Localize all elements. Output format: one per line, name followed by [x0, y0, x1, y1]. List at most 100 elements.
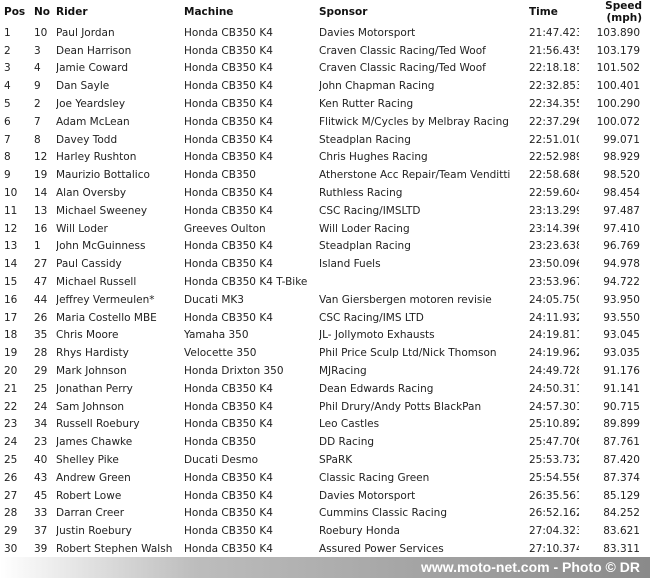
cell-time: 23:14.396 [529, 222, 579, 235]
cell-sponsor: CSC Racing/IMS LTD [319, 311, 424, 324]
cell-pos: 26 [4, 471, 18, 484]
cell-rider: Darran Creer [56, 507, 125, 520]
cell-machine: Honda CB350 K4 [184, 311, 273, 324]
cell-sponsor: JL- Jollymoto Exhausts [319, 329, 435, 342]
cell-sponsor: John Chapman Racing [319, 80, 435, 93]
cell-speed: 93.950 [603, 293, 640, 306]
cell-no: 10 [34, 26, 48, 39]
cell-time: 26:52.162 [529, 507, 579, 520]
cell-rider: Jonathan Perry [56, 382, 133, 395]
cell-rider: Robert Lowe [56, 489, 122, 502]
header-time: Time [529, 6, 558, 18]
cell-rider: Maurizio Bottalico [56, 169, 150, 182]
cell-pos: 19 [4, 347, 18, 360]
table-row: 16 44 Jeffrey Vermeulen* Ducati MK3 Van Gier… [0, 291, 650, 309]
table-row: 13 1 John McGuinness Honda CB350 K4 Steadpla… [0, 238, 650, 256]
cell-sponsor: Davies Motorsport [319, 489, 416, 502]
cell-rider: Michael Sweeney [56, 204, 148, 217]
cell-pos: 11 [4, 204, 18, 217]
cell-machine: Honda CB350 K4 T-Bike [184, 276, 308, 289]
cell-sponsor: MJRacing [319, 365, 367, 378]
cell-speed: 98.520 [603, 169, 640, 182]
cell-no: 14 [34, 187, 48, 200]
table-row: 9 19 Maurizio Bottalico Honda CB350 Athersto… [0, 166, 650, 184]
cell-time: 22:51.010 [529, 133, 579, 146]
cell-sponsor: CSC Racing/IMSLTD [319, 204, 421, 217]
cell-speed: 93.550 [603, 311, 640, 324]
cell-sponsor: Atherstone Acc Repair/Team Venditti [319, 169, 511, 182]
cell-machine: Greeves Oulton [184, 222, 266, 235]
cell-rider: Robert Stephen Walsh [56, 543, 173, 555]
cell-machine: Honda CB350 K4 [184, 400, 273, 413]
table-row: 3 4 Jamie Coward Honda CB350 K4 Craven Class… [0, 60, 650, 78]
cell-speed: 85.129 [603, 489, 640, 502]
cell-machine: Honda CB350 K4 [184, 258, 273, 271]
cell-sponsor: Assured Power Services [319, 543, 444, 555]
cell-pos: 30 [4, 543, 18, 555]
cell-no: 19 [34, 169, 48, 182]
cell-no: 28 [34, 347, 48, 360]
cell-no: 23 [34, 436, 48, 449]
cell-sponsor: Steadplan Racing [319, 133, 411, 146]
cell-sponsor: Davies Motorsport [319, 26, 416, 39]
cell-time: 22:37.296 [529, 115, 579, 128]
cell-sponsor: Classic Racing Green [319, 471, 430, 484]
header-rider: Rider [56, 6, 88, 18]
table-row: 25 40 Shelley Pike Ducati Desmo SPaRK 25:53.7… [0, 451, 650, 469]
cell-no: 40 [34, 454, 48, 467]
cell-machine: Honda CB350 K4 [184, 471, 273, 484]
cell-no: 25 [34, 382, 48, 395]
cell-sponsor [319, 273, 529, 291]
table-row: 1 10 Paul Jordan Honda CB350 K4 Davies Motor… [0, 24, 650, 42]
cell-rider: Dean Harrison [56, 44, 132, 57]
table-row: 27 45 Robert Lowe Honda CB350 K4 Davies Moto… [0, 487, 650, 505]
cell-speed: 101.502 [596, 62, 640, 75]
table-row: 22 24 Sam Johnson Honda CB350 K4 Phil Drury/… [0, 398, 650, 416]
cell-machine: Honda CB350 K4 [184, 525, 273, 538]
cell-machine: Honda CB350 K4 [184, 151, 273, 164]
cell-pos: 13 [4, 240, 18, 253]
table-row: 24 23 James Chawke Honda CB350 DD Racing 25:4… [0, 433, 650, 451]
cell-rider: Joe Yeardsley [56, 98, 126, 111]
cell-time: 23:50.096 [529, 258, 579, 271]
cell-machine: Ducati Desmo [184, 454, 258, 467]
cell-speed: 87.374 [603, 471, 640, 484]
cell-time: 27:04.323 [529, 525, 579, 538]
cell-machine: Yamaha 350 [184, 329, 249, 342]
cell-sponsor: Steadplan Racing [319, 240, 411, 253]
watermark-text: www.moto-net.com - Photo © DR [420, 559, 640, 575]
cell-no: 33 [34, 507, 48, 520]
cell-rider: Chris Moore [56, 329, 119, 342]
cell-no: 9 [34, 80, 41, 93]
cell-rider: Justin Roebury [56, 525, 132, 538]
cell-pos: 3 [4, 62, 11, 75]
table-row: 10 14 Alan Oversby Honda CB350 K4 Ruthless R… [0, 184, 650, 202]
table-row: 20 29 Mark Johnson Honda Drixton 350 MJRacin… [0, 362, 650, 380]
cell-no: 12 [34, 151, 48, 164]
cell-time: 24:49.728 [529, 365, 579, 378]
cell-time: 21:56.435 [529, 44, 579, 57]
cell-pos: 7 [4, 133, 11, 146]
cell-no: 26 [34, 311, 48, 324]
cell-rider: Paul Jordan [56, 26, 115, 39]
cell-no: 2 [34, 98, 41, 111]
cell-rider: Alan Oversby [56, 187, 127, 200]
table-header-row: Pos No Rider Machine Sponsor Time Speed … [0, 0, 650, 24]
cell-rider: Shelley Pike [56, 454, 119, 467]
cell-rider: James Chawke [56, 436, 133, 449]
cell-no: 43 [34, 471, 48, 484]
cell-pos: 25 [4, 454, 18, 467]
table-row: 23 34 Russell Roebury Honda CB350 K4 Leo Cas… [0, 416, 650, 434]
cell-machine: Honda CB350 K4 [184, 418, 273, 431]
table-row: 29 37 Justin Roebury Honda CB350 K4 Roebury … [0, 522, 650, 540]
cell-machine: Honda CB350 K4 [184, 44, 273, 57]
cell-machine: Honda CB350 K4 [184, 240, 273, 253]
cell-no: 8 [34, 133, 41, 146]
cell-no: 39 [34, 543, 48, 555]
cell-sponsor: Island Fuels [319, 258, 381, 271]
cell-speed: 91.176 [603, 365, 640, 378]
table-row: 2 3 Dean Harrison Honda CB350 K4 Craven Clas… [0, 42, 650, 60]
cell-sponsor: Craven Classic Racing/Ted Woof [319, 62, 486, 75]
cell-time: 22:18.181 [529, 62, 579, 75]
cell-time: 25:54.556 [529, 471, 579, 484]
